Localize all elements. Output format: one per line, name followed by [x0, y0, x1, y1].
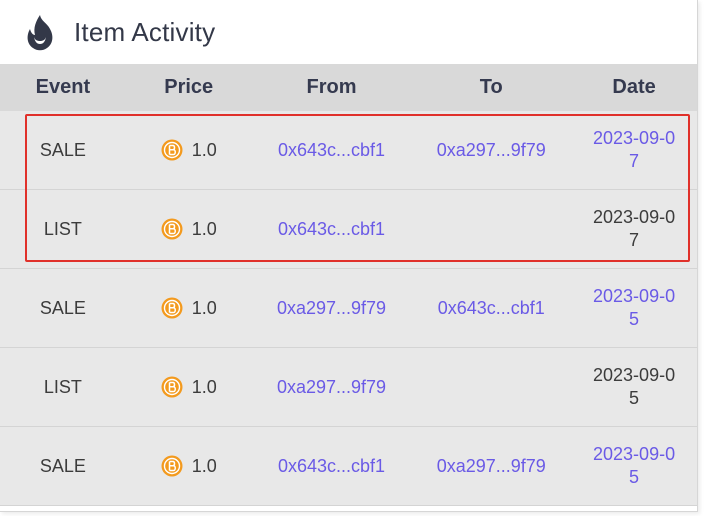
flame-icon	[27, 15, 53, 51]
price-value: 1.0	[191, 218, 217, 239]
to-address-link[interactable]: 0xa297...9f79	[437, 140, 546, 161]
event-type: SALE	[39, 297, 86, 318]
date-text: 2023-09-0	[593, 207, 676, 227]
column-header-price: Price	[164, 76, 214, 98]
table-row: SALE 1.0 0xa297...9f79 0x643c...cbf1 202…	[0, 269, 697, 348]
date-text: 5	[629, 467, 640, 487]
coin-icon	[161, 455, 183, 477]
to-address-link[interactable]: 0x643c...cbf1	[438, 298, 545, 319]
price-value: 1.0	[191, 297, 217, 318]
to-address-link[interactable]: 0xa297...9f79	[437, 456, 546, 477]
date-text: 7	[629, 151, 640, 171]
column-header-event: Event	[35, 76, 91, 98]
from-address-link[interactable]: 0x643c...cbf1	[278, 219, 385, 240]
coin-icon	[161, 139, 183, 161]
panel-title: Item Activity	[74, 16, 216, 47]
column-header-from: From	[306, 76, 357, 98]
table-row: LIST 1.0 0x643c...cbf1 2023-09-0 7	[0, 190, 697, 269]
price-value: 1.0	[191, 139, 217, 160]
column-header-date: Date	[612, 76, 656, 98]
coin-icon	[161, 218, 183, 240]
panel-header: Item Activity	[0, 0, 697, 64]
coin-icon	[161, 376, 183, 398]
price-cell: 1.0	[126, 139, 252, 161]
from-address-link[interactable]: 0x643c...cbf1	[278, 140, 385, 161]
date-text: 5	[629, 388, 640, 408]
date-text: 2023-09-0	[593, 444, 676, 464]
date-text: 2023-09-0	[593, 286, 676, 306]
from-address-link[interactable]: 0xa297...9f79	[277, 298, 386, 319]
price-cell: 1.0	[126, 297, 252, 319]
from-address-link[interactable]: 0x643c...cbf1	[278, 456, 385, 477]
date-value: 2023-09-0 5	[593, 364, 675, 410]
table-row: LIST 1.0 0xa297...9f79 2023-09-0 5	[0, 348, 697, 427]
price-value: 1.0	[191, 376, 217, 397]
item-activity-panel: Item Activity Event Price From To Date S…	[0, 0, 698, 512]
table-row: SALE 1.0 0x643c...cbf1 0xa297...9f79 202…	[0, 111, 697, 190]
table-row: SALE 1.0 0x643c...cbf1 0xa297...9f79 202…	[0, 427, 697, 506]
event-type: LIST	[43, 376, 82, 397]
date-text: 2023-09-0	[593, 365, 676, 385]
price-value: 1.0	[191, 455, 217, 476]
date-text: 2023-09-0	[593, 128, 676, 148]
event-type: SALE	[39, 139, 86, 160]
date-value: 2023-09-0 7	[593, 206, 675, 252]
date-text: 5	[629, 309, 640, 329]
price-cell: 1.0	[126, 455, 252, 477]
column-header-to: To	[479, 76, 503, 98]
price-cell: 1.0	[126, 376, 252, 398]
date-text: 7	[629, 230, 640, 250]
price-cell: 1.0	[126, 218, 252, 240]
event-type: LIST	[43, 218, 82, 239]
from-address-link[interactable]: 0xa297...9f79	[277, 377, 386, 398]
date-link[interactable]: 2023-09-0 7	[593, 127, 675, 173]
date-link[interactable]: 2023-09-0 5	[593, 285, 675, 331]
date-link[interactable]: 2023-09-0 5	[593, 443, 675, 489]
event-type: SALE	[39, 455, 86, 476]
table-header: Event Price From To Date	[0, 64, 697, 111]
coin-icon	[161, 297, 183, 319]
